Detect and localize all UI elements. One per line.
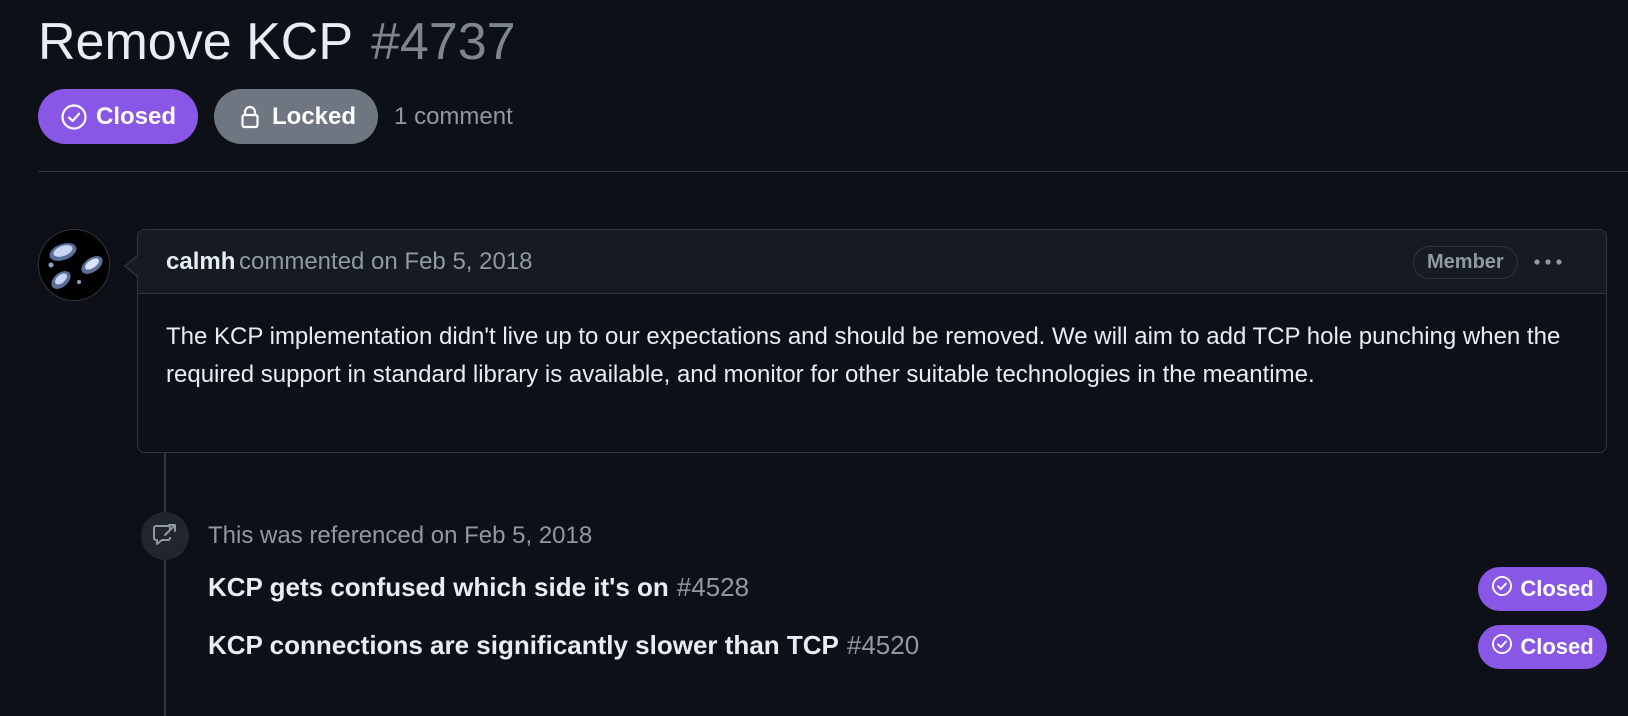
check-circle-icon bbox=[1491, 575, 1513, 603]
comment-author[interactable]: calmh bbox=[166, 248, 235, 276]
comment-options-button[interactable] bbox=[1530, 248, 1566, 276]
reference-item[interactable]: KCP gets confused which side it's on #452… bbox=[208, 567, 749, 607]
reference-state-badge: Closed bbox=[1478, 625, 1607, 669]
issue-state-badge: Closed bbox=[38, 89, 199, 144]
timeline-line bbox=[164, 453, 166, 716]
issue-meta: Closed Locked 1 comment bbox=[38, 89, 513, 144]
issue-state-label: Closed bbox=[96, 102, 177, 130]
avatar[interactable] bbox=[38, 229, 110, 301]
comment-timestamp[interactable]: commented on Feb 5, 2018 bbox=[239, 248, 533, 276]
reference-state-label: Closed bbox=[1520, 576, 1594, 601]
reference-title[interactable]: KCP connections are significantly slower… bbox=[208, 630, 839, 660]
header-divider bbox=[38, 171, 1628, 172]
reference-state-badge: Closed bbox=[1478, 567, 1607, 611]
locked-badge: Locked bbox=[214, 89, 379, 144]
member-badge: Member bbox=[1413, 246, 1518, 279]
locked-label: Locked bbox=[272, 102, 357, 130]
reference-event-badge bbox=[141, 512, 189, 560]
reference-title[interactable]: KCP gets confused which side it's on bbox=[208, 572, 669, 602]
issue-page: Remove KCP #4737 Closed Locked 1 comment bbox=[0, 0, 1628, 716]
issue-title-row: Remove KCP #4737 bbox=[38, 6, 516, 78]
reference-event-text: This was referenced on Feb 5, 2018 bbox=[208, 522, 593, 549]
issue-title: Remove KCP bbox=[38, 13, 353, 71]
comment-box: calmh commented on Feb 5, 2018 Member Th… bbox=[137, 229, 1607, 453]
reference-item[interactable]: KCP connections are significantly slower… bbox=[208, 625, 919, 665]
check-circle-icon bbox=[1491, 633, 1513, 661]
comment-count: 1 comment bbox=[394, 102, 513, 130]
comment-header: calmh commented on Feb 5, 2018 Member bbox=[138, 230, 1606, 294]
comment-pointer-fill bbox=[126, 256, 138, 276]
reference-number[interactable]: #4520 bbox=[847, 630, 919, 660]
cross-reference-icon bbox=[151, 520, 179, 553]
issue-number: #4737 bbox=[371, 13, 516, 71]
lock-icon bbox=[236, 103, 264, 131]
reference-number[interactable]: #4528 bbox=[677, 572, 749, 602]
reference-state-label: Closed bbox=[1520, 634, 1594, 659]
kebab-horizontal-icon bbox=[1532, 253, 1564, 271]
comment-body: The KCP implementation didn't live up to… bbox=[166, 323, 1561, 388]
check-circle-icon bbox=[60, 103, 88, 131]
